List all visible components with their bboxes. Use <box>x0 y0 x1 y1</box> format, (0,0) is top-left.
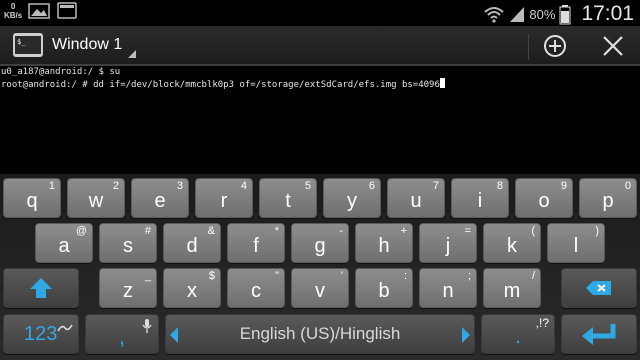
status-right: 80% 17:01 <box>483 2 634 26</box>
key-label: w <box>88 190 104 212</box>
key-i[interactable]: 8i <box>451 178 509 218</box>
window-title: Window 1 <box>52 36 123 53</box>
key-p[interactable]: 0p <box>579 178 637 218</box>
key-label: m <box>503 280 521 302</box>
terminal-line: u0_a187@android:/ $ su <box>1 67 121 77</box>
key-label: o <box>538 190 550 212</box>
space-key[interactable]: English (US)/Hinglish <box>165 314 475 354</box>
key-label: h <box>378 235 390 257</box>
screenshot-icon <box>56 2 78 20</box>
comma-key-label: , <box>118 324 126 349</box>
status-bar: 0 KB/s 80% 17:01 <box>0 0 640 26</box>
network-speed: 0 KB/s <box>4 2 22 20</box>
key-t[interactable]: 5t <box>259 178 317 218</box>
key-label: s <box>123 235 133 257</box>
key-d[interactable]: & d <box>163 223 221 263</box>
key-f[interactable]: * f <box>227 223 285 263</box>
key-label: u <box>410 190 422 212</box>
key-m[interactable]: / m <box>483 268 541 308</box>
shift-key[interactable] <box>3 268 79 308</box>
mic-icon <box>142 318 152 338</box>
key-label: k <box>507 235 517 257</box>
key-label: j <box>445 235 451 257</box>
network-speed-unit: KB/s <box>4 11 23 20</box>
gallery-icon <box>28 2 50 20</box>
key-a[interactable]: @ a <box>35 223 93 263</box>
key-label: i <box>477 190 483 212</box>
spinner-indicator-icon <box>128 50 136 58</box>
terminal-output[interactable]: u0_a187@android:/ $ su root@android:/ # … <box>0 67 640 173</box>
key-label: b <box>378 280 390 302</box>
language-label: English (US)/Hinglish <box>239 324 401 343</box>
key-label: x <box>187 280 197 302</box>
period-key-label: . <box>515 326 521 348</box>
period-key[interactable]: ,!? . <box>481 314 555 354</box>
key-v[interactable]: ' v <box>291 268 349 308</box>
text-cursor <box>439 78 445 88</box>
key-h[interactable]: + h <box>355 223 413 263</box>
action-bar-divider <box>528 34 529 60</box>
enter-key[interactable] <box>561 314 637 354</box>
key-q[interactable]: 1q <box>3 178 61 218</box>
key-r[interactable]: 4r <box>195 178 253 218</box>
window-selector[interactable]: Window 1 <box>52 34 136 58</box>
key-j[interactable]: = j <box>419 223 477 263</box>
key-label: q <box>26 190 38 212</box>
key-label: n <box>442 280 454 302</box>
status-left: 0 KB/s <box>4 2 78 20</box>
key-o[interactable]: 9o <box>515 178 573 218</box>
key-g[interactable]: -g <box>291 223 349 263</box>
key-n[interactable]: ; n <box>419 268 477 308</box>
key-w[interactable]: 2w <box>67 178 125 218</box>
right-arrow-icon <box>462 327 470 347</box>
close-window-icon[interactable] <box>598 31 628 61</box>
soft-keyboard: 1q 2w 3e 4r 5t 6y 7u 8i 9o 0p @ a # s & d *… <box>0 174 640 360</box>
terminal-app-icon[interactable]: $_ <box>12 31 44 59</box>
key-label: c <box>251 280 261 302</box>
key-s[interactable]: # s <box>99 223 157 263</box>
swype-icon <box>57 318 73 337</box>
key-b[interactable]: :b <box>355 268 413 308</box>
key-l[interactable]: ) l <box>547 223 605 263</box>
key-label: d <box>186 235 198 257</box>
numbers-key[interactable]: 123 <box>3 314 79 354</box>
key-label: e <box>154 190 166 212</box>
terminal-command: root@android:/ # dd if=/dev/block/mmcblk… <box>1 80 440 90</box>
key-label: g <box>314 235 326 257</box>
network-speed-value: 0 <box>10 2 16 11</box>
key-y[interactable]: 6y <box>323 178 381 218</box>
key-e[interactable]: 3e <box>131 178 189 218</box>
key-label: t <box>285 190 291 212</box>
shift-icon <box>4 269 78 307</box>
key-label: z <box>123 280 133 302</box>
key-k[interactable]: (k <box>483 223 541 263</box>
enter-icon <box>562 315 636 353</box>
battery-icon <box>559 5 571 25</box>
key-label: l <box>573 235 579 257</box>
key-label: f <box>253 235 259 257</box>
signal-icon <box>509 5 525 23</box>
key-label: r <box>220 190 228 212</box>
battery-percent: 80% <box>529 6 556 22</box>
terminal-line: root@android:/ # dd if=/dev/block/mmcblk… <box>1 78 640 91</box>
key-label: v <box>315 280 325 302</box>
backspace-key[interactable] <box>561 268 637 308</box>
key-label: p <box>602 190 614 212</box>
key-c[interactable]: " c <box>227 268 285 308</box>
comma-key[interactable]: , <box>85 314 159 354</box>
wifi-icon <box>483 5 505 23</box>
svg-text:$_: $_ <box>17 38 26 46</box>
key-label: y <box>347 190 357 212</box>
numbers-key-label: 123 <box>24 322 58 345</box>
action-bar: $_ Window 1 <box>0 26 640 66</box>
key-x[interactable]: $ x <box>163 268 221 308</box>
key-label: a <box>58 235 70 257</box>
backspace-icon <box>562 269 636 307</box>
space-key-content: English (US)/Hinglish <box>166 315 474 353</box>
add-window-icon[interactable] <box>540 31 570 61</box>
clock: 17:01 <box>581 2 634 25</box>
key-u[interactable]: 7u <box>387 178 445 218</box>
key-z[interactable]: _ z <box>99 268 157 308</box>
